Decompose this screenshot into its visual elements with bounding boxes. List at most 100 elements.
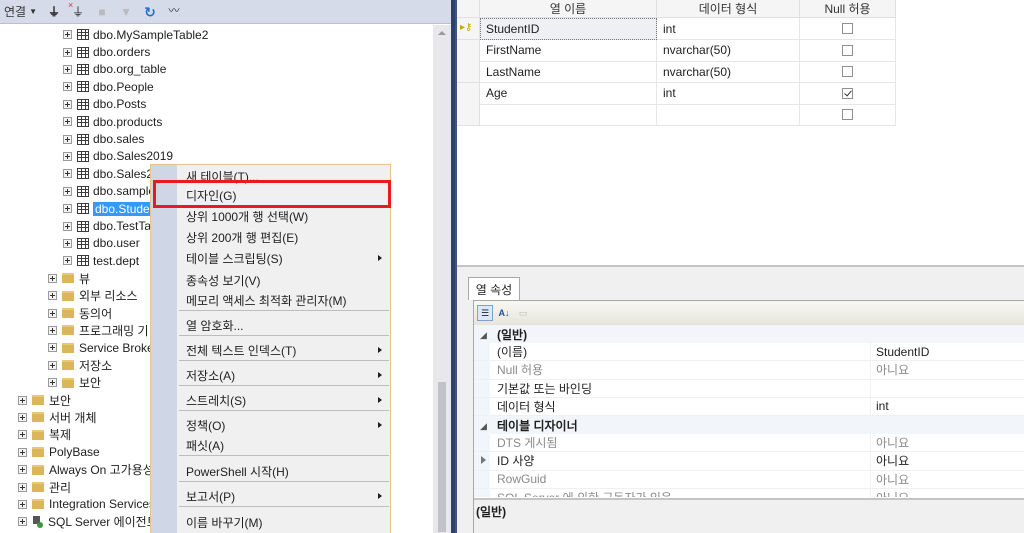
expand-icon[interactable] xyxy=(18,517,27,527)
expand-icon[interactable] xyxy=(63,30,72,40)
expand-icon[interactable] xyxy=(48,343,57,353)
tree-item-table[interactable]: dbo.products xyxy=(63,113,162,130)
property-value[interactable]: 아니요 xyxy=(876,361,909,378)
property-category[interactable]: ◢ 테이블 디자이너 xyxy=(474,416,1024,435)
cell-data-type[interactable]: int xyxy=(657,82,800,105)
context-menu-item[interactable]: PowerShell 시작(H) xyxy=(178,461,390,481)
property-row[interactable]: Null 허용 아니요 xyxy=(474,361,1024,380)
tree-item-table[interactable]: dbo.sales xyxy=(63,130,144,147)
object-explorer-scrollbar[interactable] xyxy=(433,25,451,533)
expand-icon[interactable] xyxy=(48,273,57,283)
context-menu-item[interactable]: 종속성 보기(V) xyxy=(178,270,390,290)
context-menu-item[interactable]: 테이블 스크립팅(S) xyxy=(178,248,390,268)
tree-item-table[interactable]: dbo.Studen xyxy=(63,200,159,217)
allow-nulls-checkbox[interactable] xyxy=(842,23,853,34)
expand-icon[interactable] xyxy=(48,378,57,388)
row-selector[interactable]: ▸⚷ xyxy=(457,18,480,40)
cell-column-name[interactable]: StudentID xyxy=(480,18,657,40)
expand-icon[interactable] xyxy=(63,221,72,231)
expand-icon[interactable] xyxy=(18,499,27,509)
context-menu-item[interactable]: 패싯(A) xyxy=(178,435,390,455)
expand-icon[interactable] xyxy=(18,465,27,475)
tree-item-folder[interactable]: Integration Services xyxy=(18,496,155,513)
cell-column-name[interactable]: FirstName xyxy=(480,39,657,62)
tree-item-folder[interactable]: 관리 xyxy=(18,478,71,495)
cell-column-name[interactable] xyxy=(480,104,657,126)
property-value[interactable]: 아니요 xyxy=(876,452,909,469)
expand-icon[interactable] xyxy=(48,325,57,335)
activity-monitor-icon[interactable]: 〰 xyxy=(167,5,181,19)
tree-item-table[interactable]: dbo.TestTa xyxy=(63,217,151,234)
property-row[interactable]: SQL Server 에 의한 구독자가 있음 아니요 xyxy=(474,488,1024,497)
tree-item-table[interactable]: dbo.Posts xyxy=(63,96,146,113)
tree-item-folder[interactable]: PolyBase xyxy=(18,444,100,461)
tree-item-folder[interactable]: 복제 xyxy=(18,426,71,443)
filter-icon[interactable]: ▼ xyxy=(119,5,133,19)
tree-item-table[interactable]: dbo.MySampleTable2 xyxy=(63,26,208,43)
property-value[interactable]: int xyxy=(876,399,889,413)
connect-icon[interactable]: ⏚ xyxy=(47,5,61,19)
property-value[interactable]: 아니요 xyxy=(876,489,909,497)
tab-column-properties[interactable]: 열 속성 xyxy=(468,277,520,300)
expand-icon[interactable] xyxy=(18,412,27,422)
property-value[interactable]: 아니요 xyxy=(876,434,909,451)
column-header-name[interactable]: 열 이름 xyxy=(480,0,657,18)
categorized-icon[interactable]: ☰ xyxy=(477,305,493,321)
context-menu-item[interactable]: 열 암호화... xyxy=(178,315,390,335)
refresh-icon[interactable]: ↻ xyxy=(143,5,157,19)
tree-item-table[interactable]: dbo.sample xyxy=(63,183,155,200)
expand-icon[interactable] xyxy=(18,395,27,405)
tree-item-folder[interactable]: 저장소 xyxy=(48,357,112,374)
connect-dropdown[interactable]: 연결 ▼ xyxy=(4,3,37,20)
expand-icon[interactable] xyxy=(63,64,72,74)
expand-icon[interactable] xyxy=(63,99,72,109)
context-menu-item[interactable]: 메모리 액세스 최적화 관리자(M) xyxy=(178,290,390,310)
expand-icon[interactable] xyxy=(48,360,57,370)
column-header-nullable[interactable]: Null 허용 xyxy=(800,0,896,18)
row-selector[interactable] xyxy=(457,39,480,62)
column-header-type[interactable]: 데이터 형식 xyxy=(657,0,800,18)
property-value[interactable]: 아니요 xyxy=(876,471,909,488)
tree-item-folder[interactable]: 보안 xyxy=(48,374,101,391)
context-menu-item[interactable]: 상위 200개 행 편집(E) xyxy=(178,227,390,247)
row-selector[interactable] xyxy=(457,61,480,83)
expand-icon[interactable] xyxy=(63,82,72,92)
collapse-icon[interactable]: ◢ xyxy=(480,421,487,432)
context-menu-item[interactable]: 디자인(G) xyxy=(178,185,390,205)
allow-nulls-checkbox[interactable] xyxy=(842,66,853,77)
tree-item-table[interactable]: dbo.user xyxy=(63,235,140,252)
expand-icon[interactable] xyxy=(18,482,27,492)
cell-column-name[interactable]: Age xyxy=(480,82,657,105)
expand-icon[interactable] xyxy=(63,238,72,248)
context-menu-item[interactable]: 정책(O) xyxy=(178,415,390,435)
tree-item-folder[interactable]: 서버 개체 xyxy=(18,409,97,426)
row-selector[interactable] xyxy=(457,104,480,126)
context-menu-item[interactable]: 새 테이블(T)... xyxy=(178,166,390,186)
cell-data-type[interactable]: nvarchar(50) xyxy=(657,39,800,62)
property-pages-icon[interactable]: ▭ xyxy=(515,305,531,321)
expand-icon[interactable] xyxy=(63,169,72,179)
tree-item-folder[interactable]: 외부 리소스 xyxy=(48,287,138,304)
property-value[interactable]: StudentID xyxy=(876,345,929,359)
scrollbar-thumb[interactable] xyxy=(438,382,446,532)
disconnect-icon[interactable]: × ⏚ xyxy=(68,0,85,19)
cell-column-name[interactable]: LastName xyxy=(480,61,657,83)
cell-data-type[interactable] xyxy=(657,104,800,126)
expand-icon[interactable] xyxy=(63,134,72,144)
allow-nulls-checkbox[interactable] xyxy=(842,109,853,120)
expand-icon[interactable] xyxy=(18,447,27,457)
tree-item-table[interactable]: test.dept xyxy=(63,252,139,269)
property-row[interactable]: (이름) StudentID xyxy=(474,343,1024,362)
expand-icon[interactable] xyxy=(48,291,57,301)
tree-item-folder[interactable]: 프로그래밍 기 xyxy=(48,322,149,339)
property-category[interactable]: ◢ (일반) xyxy=(474,325,1024,344)
tree-item-table[interactable]: dbo.People xyxy=(63,78,154,95)
expand-icon[interactable] xyxy=(481,456,486,465)
stop-icon[interactable]: ■ xyxy=(95,5,109,19)
property-row[interactable]: 데이터 형식 int xyxy=(474,397,1024,416)
context-menu-item[interactable]: 저장소(A) xyxy=(178,365,390,385)
row-selector[interactable] xyxy=(457,82,480,105)
tree-item-folder[interactable]: Always On 고가용성 xyxy=(18,461,154,478)
property-row[interactable]: 기본값 또는 바인딩 xyxy=(474,379,1024,398)
expand-icon[interactable] xyxy=(63,204,72,214)
